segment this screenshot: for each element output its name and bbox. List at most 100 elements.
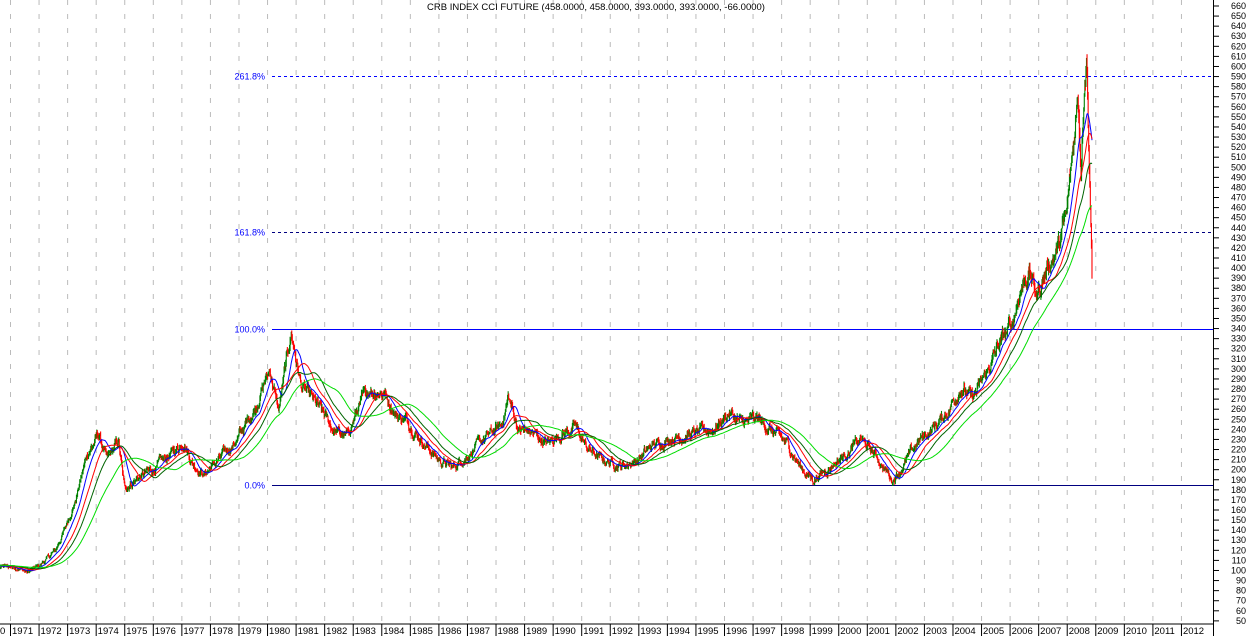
y-tick-label: 120 [1231, 545, 1246, 555]
x-tick-label: 1973 [69, 626, 90, 636]
x-tick-label: 2006 [1012, 626, 1033, 636]
y-tick-label: 480 [1231, 182, 1246, 192]
y-tick-label: 350 [1231, 313, 1246, 323]
x-tick-label: 1979 [240, 626, 261, 636]
y-tick-label: 380 [1231, 283, 1246, 293]
x-tick-label: 1990 [555, 626, 576, 636]
y-tick-label: 470 [1231, 193, 1246, 203]
y-tick-label: 290 [1231, 374, 1246, 384]
x-tick-label: 1980 [269, 626, 290, 636]
y-tick-label: 170 [1231, 495, 1246, 505]
x-tick-label: 1994 [669, 626, 690, 636]
x-tick-label: 2010 [1126, 626, 1147, 636]
fibonacci-levels: 261.8% 161.8% 100.0% 0.0% [234, 72, 1213, 491]
y-tick-label: 310 [1231, 354, 1246, 364]
y-tick-label: 560 [1231, 102, 1246, 112]
y-tick-label: 440 [1231, 223, 1246, 233]
y-tick-label: 570 [1231, 92, 1246, 102]
y-tick-label: 140 [1231, 525, 1246, 535]
moving-averages [0, 112, 1093, 572]
moving-average-line [0, 162, 1093, 570]
y-tick-label: 650 [1231, 11, 1246, 21]
y-tick-label: 400 [1231, 263, 1246, 273]
x-tick-label: 1991 [583, 626, 604, 636]
y-tick-label: 210 [1231, 455, 1246, 465]
x-tick-label: 1983 [355, 626, 376, 636]
x-tick-label: 1987 [469, 626, 490, 636]
moving-average-line [0, 112, 1093, 572]
x-tick-label: 1999 [812, 626, 833, 636]
x-tick-label: 1992 [612, 626, 633, 636]
x-tick-label: 2012 [1183, 626, 1204, 636]
y-tick-label: 340 [1231, 324, 1246, 334]
x-axis: 0 1971 1972 1973 1974 1975 1976 1977 1978 1979 198… [0, 623, 1213, 636]
x-tick-label: 1981 [298, 626, 319, 636]
x-tick-label: 1972 [41, 626, 62, 636]
y-tick-label: 420 [1231, 243, 1246, 253]
x-tick-label: 1978 [212, 626, 233, 636]
x-tick-label: 1993 [640, 626, 661, 636]
y-tick-label: 590 [1231, 72, 1246, 82]
y-tick-label: 520 [1231, 142, 1246, 152]
x-tick-label: 2001 [869, 626, 890, 636]
chart-title: CRB INDEX CCI FUTURE (458.0000, 458.0000… [427, 2, 765, 13]
x-tick-label: 2005 [983, 626, 1004, 636]
x-tick-label: 0 [0, 626, 5, 636]
y-tick-label: 500 [1231, 162, 1246, 172]
y-tick-label: 540 [1231, 122, 1246, 132]
y-tick-label: 180 [1231, 485, 1246, 495]
grid [10, 0, 1182, 624]
y-tick-label: 610 [1231, 51, 1246, 61]
x-tick-label: 1997 [755, 626, 776, 636]
y-tick-label: 60 [1236, 606, 1246, 616]
x-tick-label: 2007 [1040, 626, 1061, 636]
y-tick-label: 280 [1231, 384, 1246, 394]
fib-level-label: 0.0% [244, 481, 265, 491]
x-tick-label: 1986 [440, 626, 461, 636]
y-tick-label: 240 [1231, 424, 1246, 434]
y-tick-label: 460 [1231, 203, 1246, 213]
y-tick-label: 450 [1231, 213, 1246, 223]
y-tick-label: 550 [1231, 112, 1246, 122]
y-tick-label: 510 [1231, 152, 1246, 162]
y-tick-label: 80 [1236, 586, 1246, 596]
x-tick-label: 2009 [1097, 626, 1118, 636]
fib-level-label: 261.8% [234, 72, 265, 82]
y-tick-label: 580 [1231, 82, 1246, 92]
y-tick-label: 230 [1231, 434, 1246, 444]
y-tick-label: 370 [1231, 293, 1246, 303]
x-tick-label: 1995 [697, 626, 718, 636]
x-tick-label: 1998 [783, 626, 804, 636]
x-tick-label: 1975 [126, 626, 147, 636]
y-tick-label: 300 [1231, 364, 1246, 374]
y-axis: 5060708090100110120130140150160170180190… [1213, 0, 1250, 636]
y-tick-label: 530 [1231, 132, 1246, 142]
x-tick-label: 2003 [926, 626, 947, 636]
y-tick-label: 430 [1231, 233, 1246, 243]
x-tick-label: 2000 [840, 626, 861, 636]
x-tick-label: 1996 [726, 626, 747, 636]
y-tick-label: 90 [1236, 576, 1246, 586]
y-tick-label: 600 [1231, 61, 1246, 71]
y-tick-label: 50 [1236, 616, 1246, 626]
y-tick-label: 630 [1231, 31, 1246, 41]
y-tick-label: 260 [1231, 404, 1246, 414]
y-tick-label: 100 [1231, 565, 1246, 575]
x-tick-label: 1985 [412, 626, 433, 636]
y-tick-label: 160 [1231, 505, 1246, 515]
y-tick-label: 660 [1231, 1, 1246, 11]
y-tick-label: 390 [1231, 273, 1246, 283]
x-tick-label: 2011 [1154, 626, 1174, 636]
x-tick-label: 1974 [98, 626, 119, 636]
x-tick-label: 2008 [1069, 626, 1090, 636]
fib-level-label: 100.0% [234, 325, 265, 335]
y-tick-label: 330 [1231, 334, 1246, 344]
y-tick-label: 620 [1231, 41, 1246, 51]
y-tick-label: 70 [1236, 596, 1246, 606]
x-tick-label: 1989 [526, 626, 547, 636]
moving-average-line [0, 205, 1093, 568]
price-chart: 261.8% 161.8% 100.0% 0.0% CRB INDEX CCI FUT… [0, 0, 1250, 636]
y-tick-label: 190 [1231, 475, 1246, 485]
y-tick-label: 320 [1231, 344, 1246, 354]
y-tick-label: 250 [1231, 414, 1246, 424]
